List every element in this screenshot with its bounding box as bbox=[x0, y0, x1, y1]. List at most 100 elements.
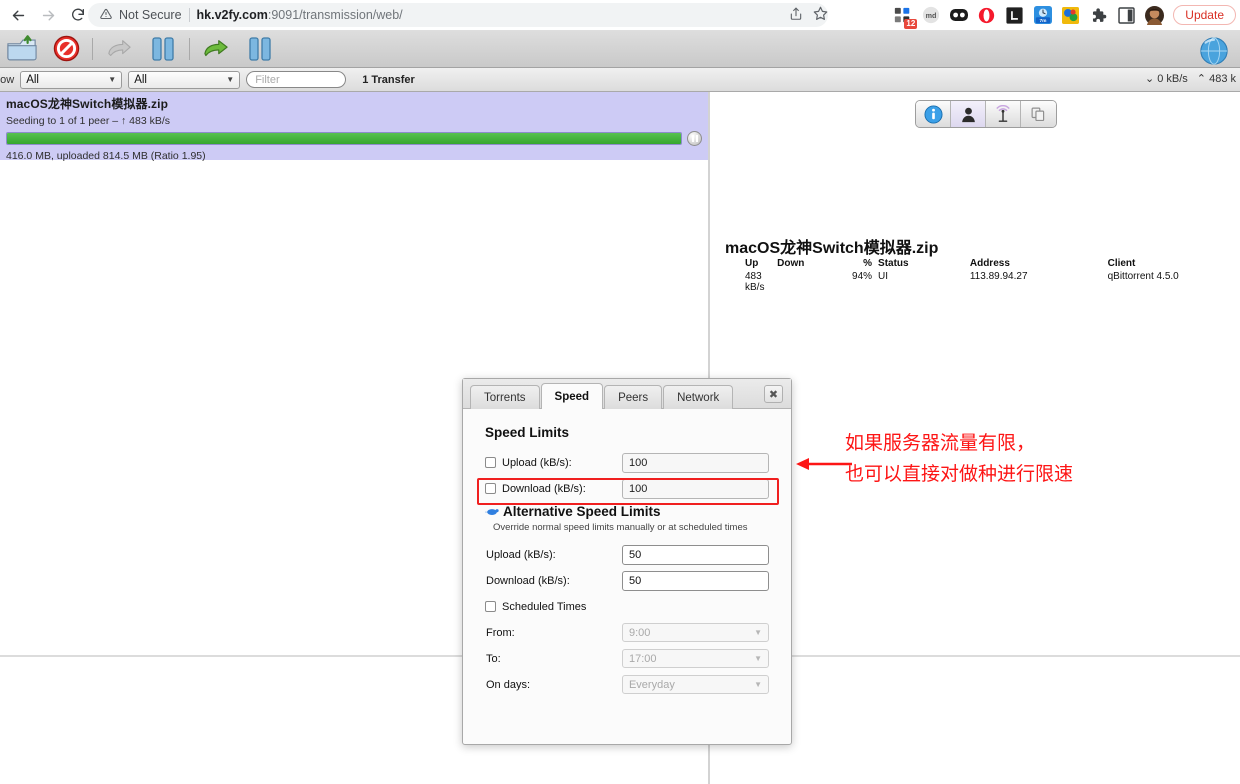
upload-limit-label: Upload (kB/s): bbox=[502, 457, 572, 469]
address-bar[interactable]: Not Secure hk.v2fy.com:9091/transmission… bbox=[88, 3, 828, 27]
upload-limit-label-group: Upload (kB/s): bbox=[485, 457, 622, 469]
transfer-count-label: 1 Transfer bbox=[362, 74, 415, 86]
torrent-status: Seeding to 1 of 1 peer – ↑ 483 kB/s bbox=[6, 115, 702, 127]
detail-title: macOS龙神Switch模拟器.zip bbox=[725, 234, 938, 258]
tab-files[interactable] bbox=[1021, 101, 1056, 127]
col-up: Up bbox=[725, 258, 777, 269]
from-value: 9:00 bbox=[629, 627, 650, 639]
torrent-list-item[interactable]: macOS龙神Switch模拟器.zip Seeding to 1 of 1 p… bbox=[0, 92, 708, 160]
forward-arrow-icon[interactable] bbox=[34, 2, 62, 28]
search-input[interactable]: Filter bbox=[246, 71, 346, 88]
pause-all-icon[interactable] bbox=[240, 32, 280, 66]
ondays-row: On days: Everyday ▼ bbox=[485, 674, 769, 695]
state-filter-value: All bbox=[26, 74, 39, 86]
globe-icon[interactable] bbox=[1194, 34, 1234, 68]
from-select[interactable]: 9:00 ▼ bbox=[622, 623, 769, 642]
lastpass-extension[interactable] bbox=[1005, 6, 1024, 25]
peer-table: Up Down % Status Address Client 483 kB/s… bbox=[725, 258, 1230, 293]
scheduled-times-checkbox[interactable] bbox=[485, 601, 496, 612]
table-row[interactable]: 483 kB/s 94% UI 113.89.94.27 qBittorrent… bbox=[725, 271, 1230, 293]
download-speed: ⌄ 0 kB/s bbox=[1145, 72, 1188, 85]
url-host: hk.v2fy.com bbox=[197, 8, 268, 22]
alt-download-label: Download (kB/s): bbox=[485, 575, 622, 587]
progress-bar bbox=[6, 132, 682, 145]
alt-download-input[interactable]: 50 bbox=[622, 571, 769, 591]
tab-peers-prefs[interactable]: Peers bbox=[604, 385, 662, 409]
cell-status: UI bbox=[878, 271, 970, 293]
star-icon[interactable] bbox=[813, 6, 828, 24]
omnibox-actions bbox=[789, 3, 828, 27]
update-button[interactable]: Update bbox=[1173, 5, 1236, 25]
ondays-select[interactable]: Everyday ▼ bbox=[622, 675, 769, 694]
tab-speed[interactable]: Speed bbox=[541, 383, 604, 409]
download-limit-input[interactable]: 100 bbox=[622, 479, 769, 499]
extensions-tray: 12 md 7m bbox=[893, 2, 1236, 28]
pause-icon[interactable] bbox=[143, 32, 183, 66]
upload-limit-row: Upload (kB/s): 100 bbox=[485, 452, 769, 473]
chevron-down-icon-to: ▼ bbox=[754, 654, 762, 663]
tab-trackers[interactable] bbox=[986, 101, 1021, 127]
preferences-dialog: Torrents Speed Peers Network ✖ Speed Lim… bbox=[462, 378, 792, 745]
share-icon[interactable] bbox=[789, 7, 803, 24]
tab-manager-extension[interactable]: 12 bbox=[893, 6, 912, 25]
tab-torrents[interactable]: Torrents bbox=[470, 385, 540, 409]
from-row: From: 9:00 ▼ bbox=[485, 622, 769, 643]
cell-down bbox=[777, 271, 843, 293]
browser-toolbar: Not Secure hk.v2fy.com:9091/transmission… bbox=[0, 0, 1240, 30]
main-content: macOS龙神Switch模拟器.zip Seeding to 1 of 1 p… bbox=[0, 92, 1240, 784]
dark-reader-extension[interactable] bbox=[949, 6, 968, 25]
tab-manager-badge: 12 bbox=[904, 19, 917, 29]
upload-limit-checkbox[interactable] bbox=[485, 457, 496, 468]
col-pct: % bbox=[843, 258, 878, 269]
timer-extension[interactable]: 7m bbox=[1033, 6, 1052, 25]
alt-speed-title: Alternative Speed Limits bbox=[503, 504, 661, 519]
tab-info[interactable] bbox=[916, 101, 951, 127]
col-address: Address bbox=[970, 258, 1108, 269]
markdown-extension[interactable]: md bbox=[921, 6, 940, 25]
resume-icon[interactable] bbox=[99, 32, 139, 66]
colorful-extension[interactable] bbox=[1061, 6, 1080, 25]
progress-fill bbox=[7, 133, 681, 144]
upload-speed: ⌃ 483 k bbox=[1197, 72, 1236, 85]
sidebar-extension[interactable] bbox=[1117, 6, 1136, 25]
col-status: Status bbox=[878, 258, 970, 269]
cell-up: 483 kB/s bbox=[725, 271, 777, 293]
to-select[interactable]: 17:00 ▼ bbox=[622, 649, 769, 668]
to-row: To: 17:00 ▼ bbox=[485, 648, 769, 669]
url-text: hk.v2fy.com:9091/transmission/web/ bbox=[197, 8, 403, 22]
cell-client: qBittorrent 4.5.0 bbox=[1108, 271, 1230, 293]
back-arrow-icon[interactable] bbox=[4, 2, 32, 28]
download-limit-checkbox[interactable] bbox=[485, 483, 496, 494]
warning-triangle-icon bbox=[100, 8, 112, 23]
download-limit-label: Download (kB/s): bbox=[502, 483, 586, 495]
close-icon[interactable]: ✖ bbox=[764, 385, 783, 403]
tracker-filter-select[interactable]: All ▼ bbox=[128, 71, 240, 89]
alt-upload-input[interactable]: 50 bbox=[622, 545, 769, 565]
peer-table-header: Up Down % Status Address Client bbox=[725, 258, 1230, 269]
speed-limits-heading: Speed Limits bbox=[485, 425, 769, 440]
remove-torrent-icon[interactable] bbox=[46, 32, 86, 66]
resume-all-icon[interactable] bbox=[196, 32, 236, 66]
opera-vpn-extension[interactable] bbox=[977, 6, 996, 25]
detail-tabs bbox=[915, 100, 1057, 128]
tab-network[interactable]: Network bbox=[663, 385, 733, 409]
ondays-value: Everyday bbox=[629, 679, 675, 691]
torrent-name: macOS龙神Switch模拟器.zip bbox=[6, 95, 702, 112]
pause-circle-icon[interactable] bbox=[687, 131, 702, 146]
omnibox-divider bbox=[189, 8, 190, 22]
profile-avatar[interactable] bbox=[1145, 6, 1164, 25]
col-client: Client bbox=[1108, 258, 1230, 269]
from-label: From: bbox=[485, 627, 622, 639]
puzzle-extension[interactable] bbox=[1089, 6, 1108, 25]
alt-upload-row: Upload (kB/s): 50 bbox=[485, 544, 769, 565]
torrent-progress-row bbox=[6, 131, 702, 146]
annotation-line-1: 如果服务器流量有限， bbox=[845, 428, 1185, 459]
tab-peers[interactable] bbox=[951, 101, 986, 127]
svg-text:md: md bbox=[925, 11, 936, 20]
alt-upload-label: Upload (kB/s): bbox=[485, 549, 622, 561]
to-value: 17:00 bbox=[629, 653, 657, 665]
open-torrent-icon[interactable] bbox=[2, 32, 42, 66]
state-filter-select[interactable]: All ▼ bbox=[20, 71, 122, 89]
upload-limit-input[interactable]: 100 bbox=[622, 453, 769, 473]
alt-download-row: Download (kB/s): 50 bbox=[485, 570, 769, 591]
